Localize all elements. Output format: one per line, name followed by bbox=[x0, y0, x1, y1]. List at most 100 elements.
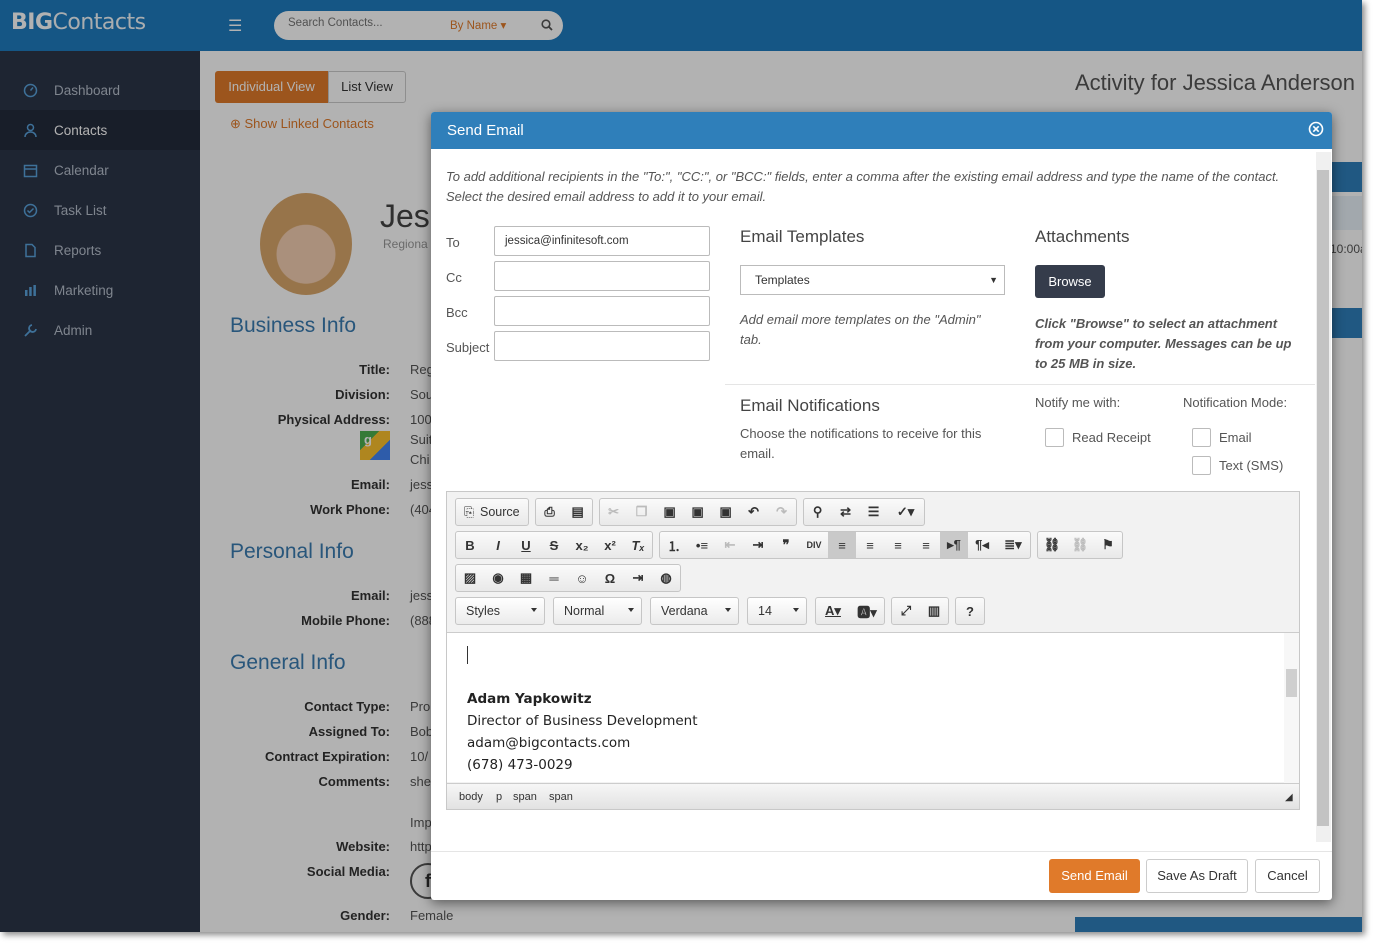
toolbar-row-3: ▨ ◉ ▦ ═ ☺ Ω ⇥ ◍ bbox=[455, 564, 687, 592]
language-icon[interactable]: ≣▾ bbox=[996, 532, 1030, 558]
special-char-icon[interactable]: Ω bbox=[596, 565, 624, 591]
find-icon[interactable]: ⚲ bbox=[804, 499, 832, 525]
div-icon[interactable]: DIV bbox=[800, 532, 828, 558]
superscript-icon[interactable]: x² bbox=[596, 532, 624, 558]
save-as-draft-button[interactable]: Save As Draft bbox=[1146, 859, 1248, 893]
editor-content[interactable]: Adam Yapkowitz Director of Business Deve… bbox=[447, 632, 1299, 783]
chevron-down-icon bbox=[628, 608, 634, 612]
path-item[interactable]: body bbox=[459, 791, 483, 803]
subscript-icon[interactable]: x₂ bbox=[568, 532, 596, 558]
strikethrough-icon[interactable]: S bbox=[540, 532, 568, 558]
italic-icon[interactable]: I bbox=[484, 532, 512, 558]
chevron-down-icon bbox=[793, 608, 799, 612]
divider bbox=[725, 384, 1315, 385]
redo-icon[interactable]: ↷ bbox=[768, 499, 796, 525]
horizontal-rule-icon[interactable]: ═ bbox=[540, 565, 568, 591]
bulleted-list-icon[interactable]: •≡ bbox=[688, 532, 716, 558]
paste-text-icon[interactable]: ▣ bbox=[684, 499, 712, 525]
blockquote-icon[interactable]: ❞ bbox=[772, 532, 800, 558]
page-break-icon[interactable]: ⇥ bbox=[624, 565, 652, 591]
size-select[interactable]: 14 bbox=[747, 597, 807, 625]
bcc-field[interactable] bbox=[494, 296, 710, 326]
paste-word-icon[interactable]: ▣ bbox=[712, 499, 740, 525]
align-right-icon[interactable]: ≡ bbox=[884, 532, 912, 558]
justify-icon[interactable]: ≡ bbox=[912, 532, 940, 558]
templates-select[interactable]: Templates ▼ bbox=[740, 265, 1005, 295]
editor-scrollbar[interactable] bbox=[1284, 633, 1299, 783]
align-left-icon[interactable]: ≡ bbox=[828, 532, 856, 558]
path-item[interactable]: span bbox=[549, 791, 573, 803]
chevron-down-icon: ▼ bbox=[989, 275, 998, 285]
format-select[interactable]: Normal bbox=[553, 597, 642, 625]
cc-label: Cc bbox=[446, 270, 462, 285]
smiley-icon[interactable]: ☺ bbox=[568, 565, 596, 591]
toolbar-row-1: ⎘ Source ⎙ ▤ ✂ ❐ ▣ ▣ ▣ ↶ ↷ ⚲ ⇄ ☰ ✓▾ bbox=[455, 498, 931, 526]
font-select[interactable]: Verdana bbox=[650, 597, 739, 625]
subject-field[interactable] bbox=[494, 331, 710, 361]
print-icon[interactable]: ⎙ bbox=[536, 499, 564, 525]
help-icon[interactable]: ? bbox=[956, 598, 984, 624]
read-receipt-checkbox[interactable] bbox=[1045, 428, 1064, 447]
numbered-list-icon[interactable]: ⒈ bbox=[660, 532, 688, 558]
indent-icon[interactable]: ⇥ bbox=[744, 532, 772, 558]
undo-icon[interactable]: ↶ bbox=[740, 499, 768, 525]
to-field[interactable]: jessica@infinitesoft.com bbox=[494, 226, 710, 256]
image-icon[interactable]: ▨ bbox=[456, 565, 484, 591]
send-email-dialog: Send Email To add additional recipients … bbox=[431, 112, 1332, 900]
path-item[interactable]: p bbox=[496, 791, 502, 803]
email-templates-heading: Email Templates bbox=[740, 227, 865, 246]
text-color-icon[interactable]: A▾ bbox=[816, 598, 850, 624]
source-button[interactable]: ⎘ Source bbox=[456, 499, 528, 525]
instructions-text: To add additional recipients in the "To:… bbox=[446, 169, 1280, 204]
text-cursor bbox=[467, 646, 468, 664]
iframe-icon[interactable]: ◍ bbox=[652, 565, 680, 591]
show-blocks-icon[interactable]: ▥ bbox=[920, 598, 948, 624]
app-window: BIGContacts ☰ By Name ▾ Dashboard Contac… bbox=[0, 0, 1362, 932]
select-all-icon[interactable]: ☰ bbox=[860, 499, 888, 525]
cancel-button[interactable]: Cancel bbox=[1255, 859, 1320, 893]
to-label: To bbox=[446, 235, 460, 250]
element-path-bar: body p span span ◢ bbox=[447, 783, 1299, 809]
background-color-icon[interactable]: 🅰▾ bbox=[850, 598, 884, 624]
replace-icon[interactable]: ⇄ bbox=[832, 499, 860, 525]
unlink-icon[interactable]: ⛓ bbox=[1066, 532, 1094, 558]
preview-icon[interactable]: ▤ bbox=[564, 499, 592, 525]
dialog-title: Send Email bbox=[447, 122, 524, 139]
path-item[interactable]: span bbox=[513, 791, 537, 803]
link-icon[interactable]: ⛓ bbox=[1038, 532, 1066, 558]
bcc-label: Bcc bbox=[446, 305, 468, 320]
cut-icon[interactable]: ✂ bbox=[600, 499, 628, 525]
align-center-icon[interactable]: ≡ bbox=[856, 532, 884, 558]
clear-format-icon[interactable]: Tₓ bbox=[624, 532, 652, 558]
dialog-scrollbar[interactable] bbox=[1316, 152, 1331, 842]
underline-icon[interactable]: U bbox=[512, 532, 540, 558]
send-email-button[interactable]: Send Email bbox=[1049, 859, 1140, 893]
table-icon[interactable]: ▦ bbox=[512, 565, 540, 591]
close-icon[interactable] bbox=[1308, 121, 1324, 137]
attachments-heading: Attachments bbox=[1035, 227, 1130, 246]
email-mode-checkbox[interactable] bbox=[1192, 428, 1211, 447]
ltr-icon[interactable]: ▸¶ bbox=[940, 532, 968, 558]
rtl-icon[interactable]: ¶◂ bbox=[968, 532, 996, 558]
browse-button[interactable]: Browse bbox=[1035, 265, 1105, 298]
cc-field[interactable] bbox=[494, 261, 710, 291]
email-mode-label: Email bbox=[1219, 430, 1252, 445]
notify-me-with-label: Notify me with: bbox=[1035, 395, 1121, 410]
notifications-description: Choose the notifications to receive for … bbox=[740, 426, 982, 461]
maximize-icon[interactable]: ⤢ bbox=[892, 598, 920, 624]
paste-icon[interactable]: ▣ bbox=[656, 499, 684, 525]
dialog-footer-divider bbox=[431, 851, 1332, 852]
anchor-icon[interactable]: ⚑ bbox=[1094, 532, 1122, 558]
bold-icon[interactable]: B bbox=[456, 532, 484, 558]
outdent-icon[interactable]: ⇤ bbox=[716, 532, 744, 558]
toolbar-row-4: Styles Normal Verdana 14 A▾ 🅰▾ ⤢ ▥ ? bbox=[455, 597, 991, 625]
rich-text-editor: ⎘ Source ⎙ ▤ ✂ ❐ ▣ ▣ ▣ ↶ ↷ ⚲ ⇄ ☰ ✓▾ B I U Sx₂ x² Tₓ ⒈ •≡ ⇤… bbox=[446, 491, 1300, 810]
spellcheck-icon[interactable]: ✓▾ bbox=[888, 499, 924, 525]
resize-handle-icon[interactable]: ◢ bbox=[1285, 792, 1293, 803]
source-icon: ⎘ bbox=[464, 504, 475, 519]
sms-mode-checkbox[interactable] bbox=[1192, 456, 1211, 475]
signature-name: Adam Yapkowitz bbox=[467, 691, 592, 707]
copy-icon[interactable]: ❐ bbox=[628, 499, 656, 525]
styles-select[interactable]: Styles bbox=[455, 597, 545, 625]
flash-icon[interactable]: ◉ bbox=[484, 565, 512, 591]
